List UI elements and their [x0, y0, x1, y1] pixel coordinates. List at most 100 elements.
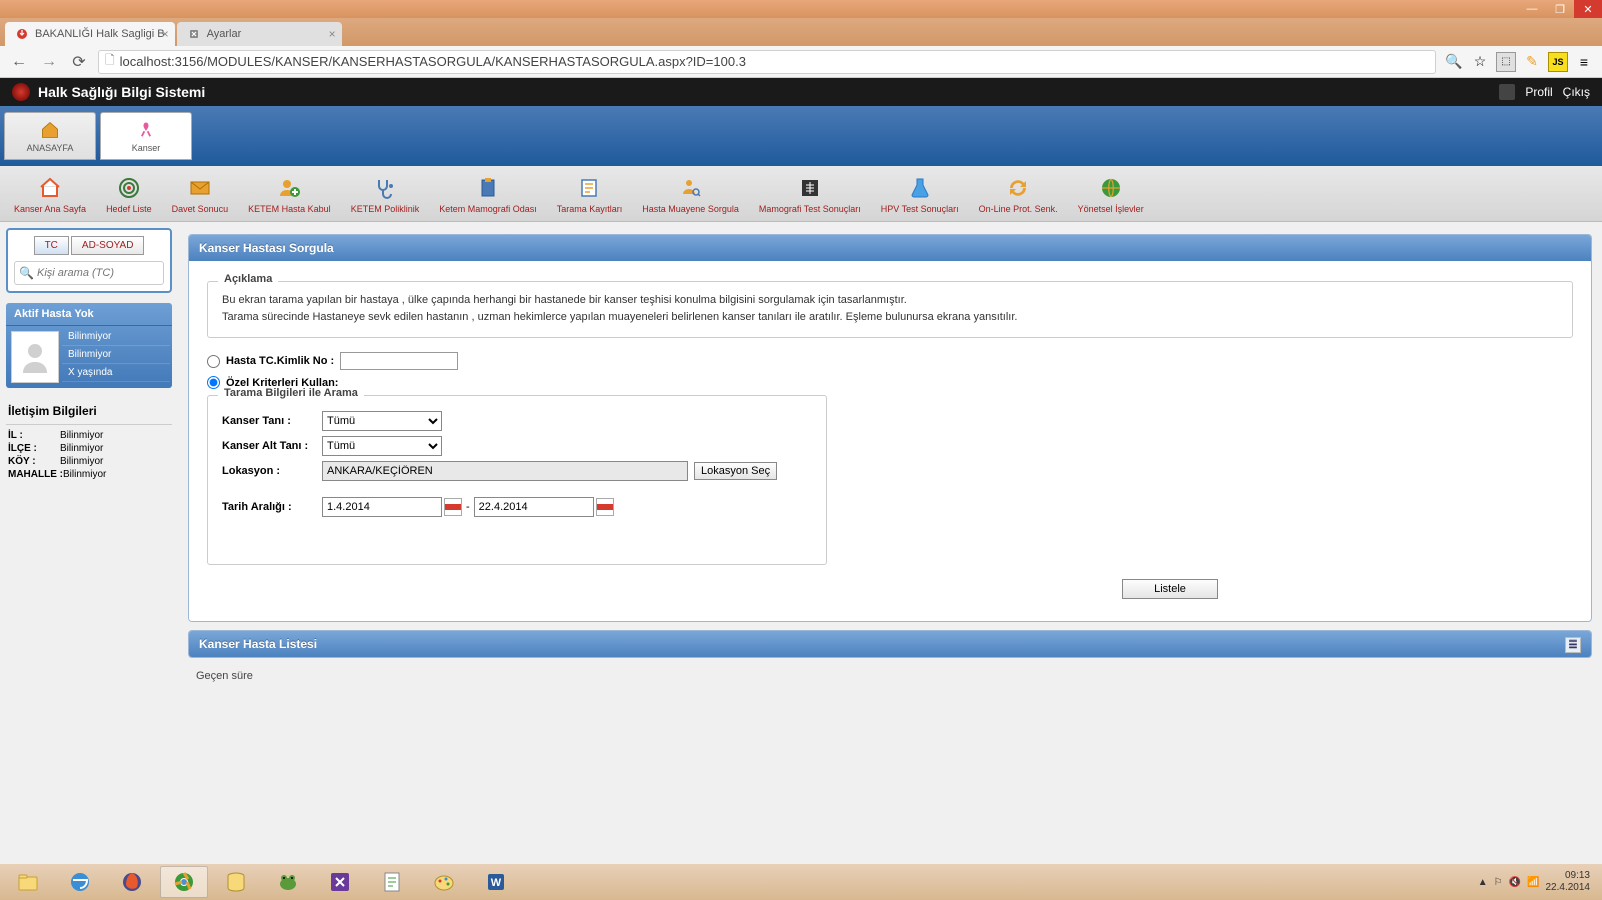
- home-icon: [40, 120, 60, 140]
- task-sql-icon[interactable]: [212, 866, 260, 898]
- radio-tc[interactable]: [207, 355, 220, 368]
- toolbar-label: Yönetsel İşlevler: [1078, 204, 1144, 214]
- panel-options-icon[interactable]: ☰: [1565, 637, 1581, 653]
- ext1-icon[interactable]: ⬚: [1496, 52, 1516, 72]
- toolbar-item-mamo-test[interactable]: Mamografi Test Sonuçları: [751, 170, 869, 218]
- window-close[interactable]: ✕: [1574, 0, 1602, 18]
- radio-criteria-row: Özel Kriterleri Kullan:: [207, 376, 1573, 389]
- toolbar-item-ketem-kabul[interactable]: KETEM Hasta Kabul: [240, 170, 339, 218]
- kanser-tani-select[interactable]: Tümü: [322, 411, 442, 431]
- toolbar-item-yonetsel[interactable]: Yönetsel İşlevler: [1070, 170, 1152, 218]
- tray-flag-icon[interactable]: ⚐: [1494, 877, 1503, 888]
- tray-network-icon[interactable]: 📶: [1527, 877, 1539, 888]
- patient-info-row: X yaşında: [62, 364, 170, 382]
- task-chrome-icon[interactable]: [160, 866, 208, 898]
- app-title: Halk Sağlığı Bilgi Sistemi: [38, 84, 1499, 100]
- kanser-alt-tani-select[interactable]: Tümü: [322, 436, 442, 456]
- tray-volume-icon[interactable]: 🔇: [1509, 877, 1521, 888]
- user-avatar-icon[interactable]: [1499, 84, 1515, 100]
- stethoscope-icon: [371, 174, 399, 202]
- clipboard-icon: [474, 174, 502, 202]
- listele-button[interactable]: Listele: [1122, 579, 1218, 599]
- envelope-icon: [186, 174, 214, 202]
- search-tab-name[interactable]: AD-SOYAD: [71, 236, 145, 255]
- ext-js-icon[interactable]: JS: [1548, 52, 1568, 72]
- search-tab-tc[interactable]: TC: [34, 236, 69, 255]
- calendar-icon[interactable]: [444, 498, 462, 516]
- toolbar-label: Davet Sonucu: [172, 204, 229, 214]
- contact-section: İletişim Bilgileri İL :Bilinmiyor İLÇE :…: [6, 398, 172, 481]
- patient-info-row: Bilinmiyor: [62, 328, 170, 346]
- search-icon[interactable]: 🔍: [1444, 52, 1464, 72]
- patient-info-row: Bilinmiyor: [62, 346, 170, 364]
- toolbar-item-online[interactable]: On-Line Prot. Senk.: [971, 170, 1066, 218]
- tab-title: Ayarlar: [207, 28, 242, 40]
- lokasyon-input: [322, 461, 688, 481]
- date-from-input[interactable]: [322, 497, 442, 517]
- tc-input[interactable]: [340, 352, 458, 370]
- nav-back-icon[interactable]: ←: [8, 51, 30, 73]
- main-nav: ANASAYFA Kanser: [0, 106, 1602, 166]
- browser-addressbar: ← → ⟳ 🗋 localhost:3156/MODULES/KANSER/KA…: [0, 46, 1602, 78]
- toolbar-item-ketem-poli[interactable]: KETEM Poliklinik: [343, 170, 428, 218]
- browser-tabbar: BAKANLIĞI Halk Sagligi B × Ayarlar ×: [0, 18, 1602, 46]
- lokasyon-sec-button[interactable]: Lokasyon Seç: [694, 462, 777, 480]
- toolbar-item-hedef[interactable]: Hedef Liste: [98, 170, 160, 218]
- target-icon: [115, 174, 143, 202]
- toolbar-label: Hedef Liste: [106, 204, 152, 214]
- toolbar-item-kanser-ana[interactable]: Kanser Ana Sayfa: [6, 170, 94, 218]
- tab-close-icon[interactable]: ×: [162, 27, 169, 41]
- person-search-icon: [677, 174, 705, 202]
- bookmark-icon[interactable]: ☆: [1470, 52, 1490, 72]
- tray-up-icon[interactable]: ▲: [1478, 877, 1488, 888]
- browser-tab[interactable]: Ayarlar ×: [177, 22, 342, 46]
- task-firefox-icon[interactable]: [108, 866, 156, 898]
- nav-forward-icon[interactable]: →: [38, 51, 60, 73]
- globe-icon: [1097, 174, 1125, 202]
- patient-search-input[interactable]: [14, 261, 164, 285]
- browser-menu-icon[interactable]: ≡: [1574, 52, 1594, 72]
- nav-kanser[interactable]: Kanser: [100, 112, 192, 160]
- task-frog-icon[interactable]: [264, 866, 312, 898]
- sync-icon: [1004, 174, 1032, 202]
- contact-row: İL :Bilinmiyor: [6, 429, 172, 442]
- profile-link[interactable]: Profil: [1525, 85, 1552, 99]
- elapsed-label: Geçen süre: [188, 666, 1592, 686]
- exit-link[interactable]: Çıkış: [1563, 85, 1590, 99]
- task-explorer-icon[interactable]: [4, 866, 52, 898]
- address-input[interactable]: 🗋 localhost:3156/MODULES/KANSER/KANSERHA…: [98, 50, 1436, 74]
- patient-card-header: Aktif Hasta Yok: [6, 303, 172, 326]
- contact-row: MAHALLE :Bilinmiyor: [6, 468, 172, 481]
- toolbar-item-hpv[interactable]: HPV Test Sonuçları: [873, 170, 967, 218]
- window-minimize[interactable]: —: [1518, 0, 1546, 18]
- ext2-icon[interactable]: ✎: [1522, 52, 1542, 72]
- task-paint-icon[interactable]: [420, 866, 468, 898]
- query-panel: Kanser Hastası Sorgula Açıklama Bu ekran…: [188, 234, 1592, 622]
- toolbar-label: Tarama Kayıtları: [557, 204, 623, 214]
- toolbar-item-muayene[interactable]: Hasta Muayene Sorgula: [634, 170, 747, 218]
- nav-home[interactable]: ANASAYFA: [4, 112, 96, 160]
- toolbar-label: HPV Test Sonuçları: [881, 204, 959, 214]
- task-notepad-icon[interactable]: [368, 866, 416, 898]
- fieldset-legend: Açıklama: [218, 273, 278, 285]
- description-fieldset: Açıklama Bu ekran tarama yapılan bir has…: [207, 281, 1573, 338]
- toolbar-item-davet[interactable]: Davet Sonucu: [164, 170, 237, 218]
- nav-reload-icon[interactable]: ⟳: [68, 51, 90, 73]
- toolbar-item-tarama[interactable]: Tarama Kayıtları: [549, 170, 631, 218]
- taskbar-clock[interactable]: 09:13 22.4.2014: [1546, 870, 1591, 894]
- task-vs-icon[interactable]: [316, 866, 364, 898]
- date-to-input[interactable]: [474, 497, 594, 517]
- window-maximize[interactable]: ❐: [1546, 0, 1574, 18]
- tarih-label: Tarih Aralığı :: [222, 501, 322, 513]
- svg-text:W: W: [491, 877, 502, 889]
- lokasyon-label: Lokasyon :: [222, 465, 322, 477]
- task-word-icon[interactable]: W: [472, 866, 520, 898]
- calendar-icon[interactable]: [596, 498, 614, 516]
- toolbar-label: Ketem Mamografi Odası: [439, 204, 537, 214]
- tab-close-icon[interactable]: ×: [329, 27, 336, 41]
- toolbar-item-mamografi[interactable]: Ketem Mamografi Odası: [431, 170, 545, 218]
- description-text: Bu ekran tarama yapılan bir hastaya , ül…: [222, 292, 1558, 309]
- toolbar-label: Kanser Ana Sayfa: [14, 204, 86, 214]
- task-ie-icon[interactable]: [56, 866, 104, 898]
- browser-tab-active[interactable]: BAKANLIĞI Halk Sagligi B ×: [5, 22, 175, 46]
